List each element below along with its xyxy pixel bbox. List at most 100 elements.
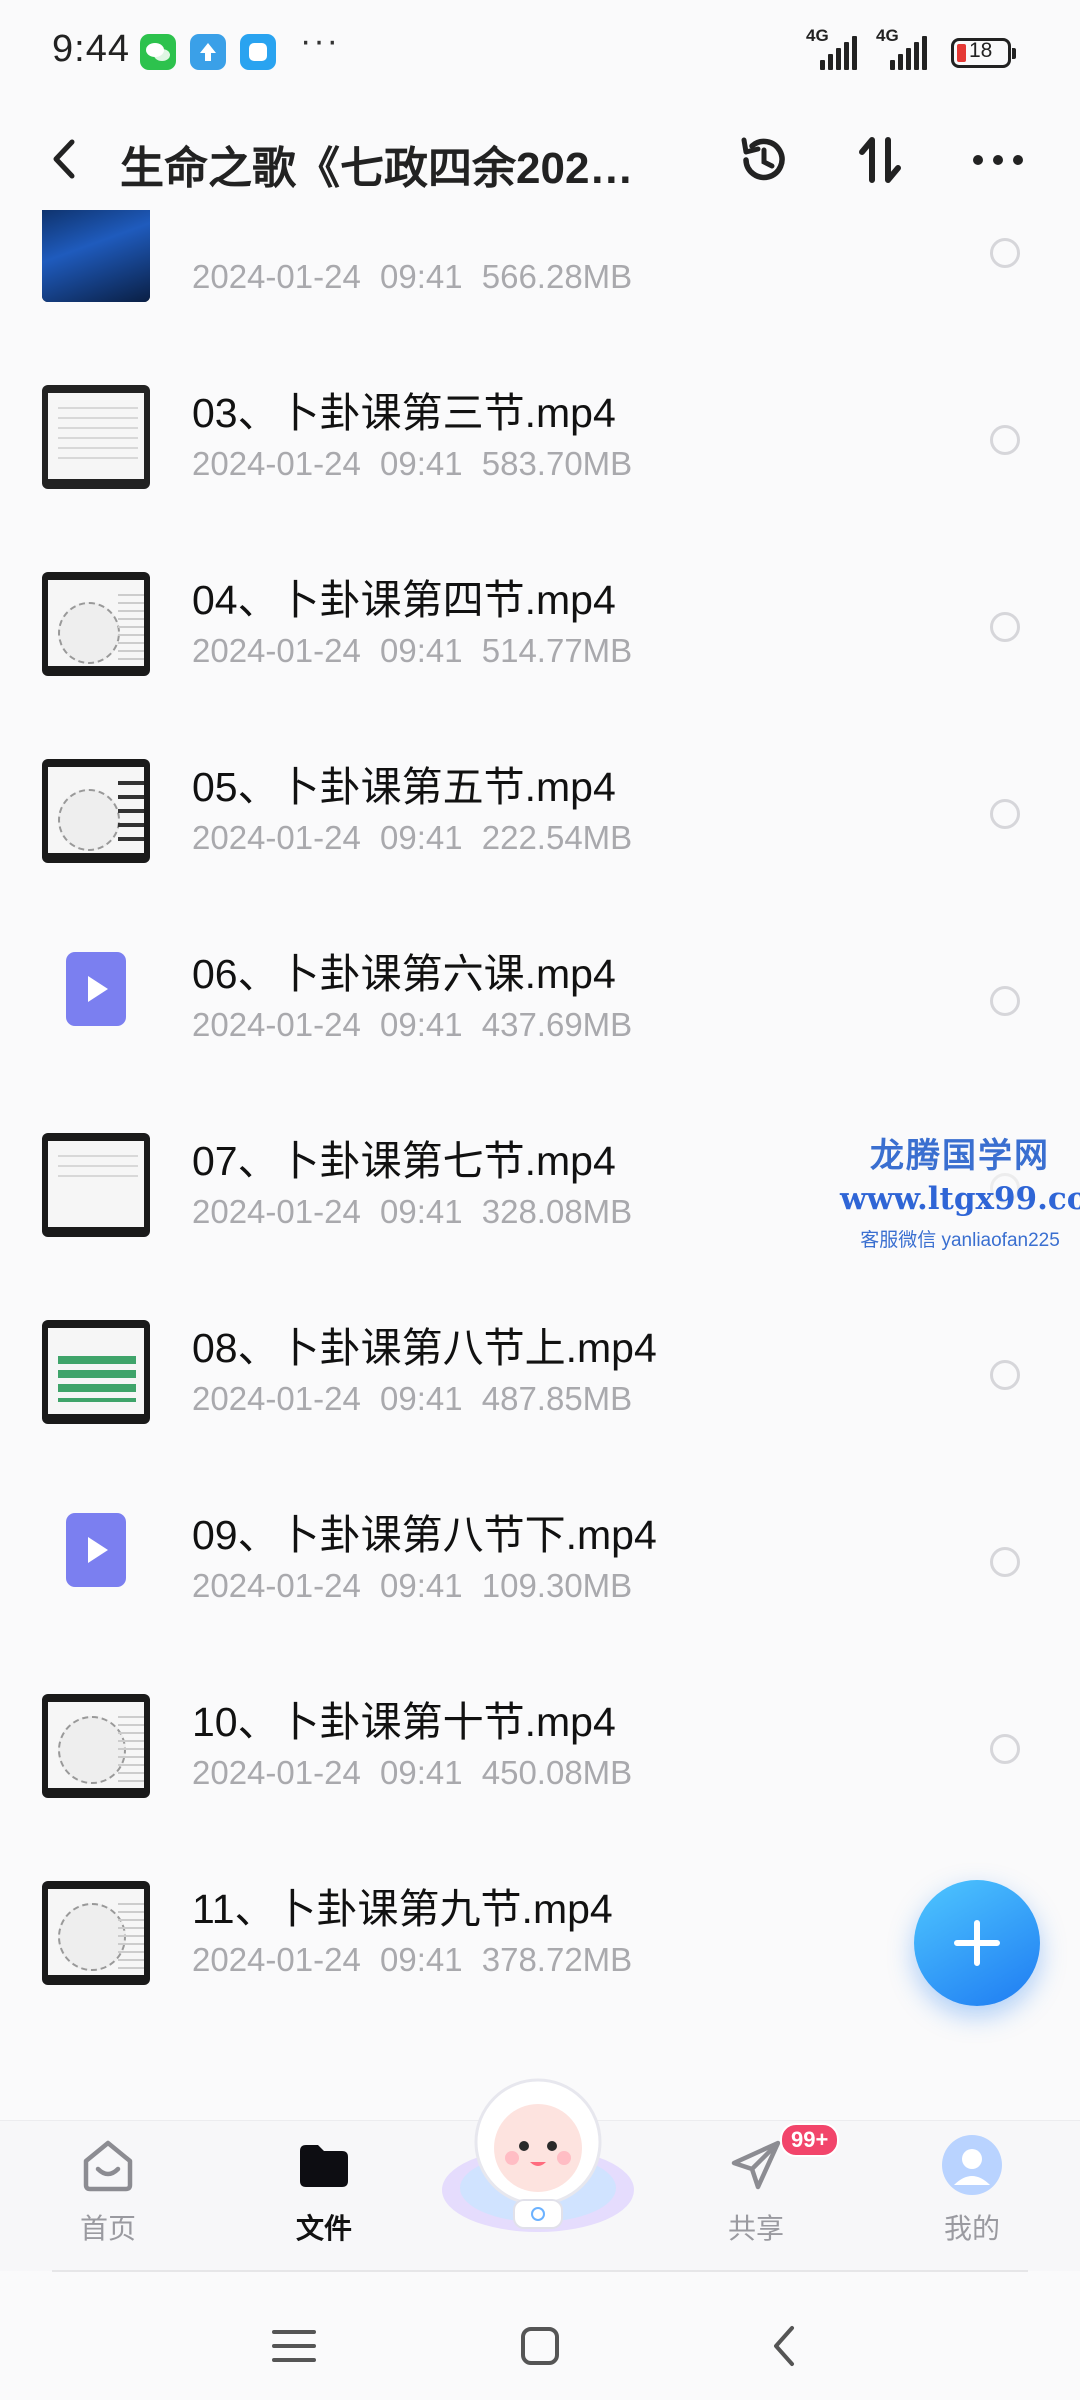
nav-files-label: 文件 xyxy=(295,2213,352,2244)
file-time: 09:41 xyxy=(379,1754,463,1791)
select-radio[interactable] xyxy=(990,986,1020,1016)
file-meta: 2024-01-24 09:41 583.70MB xyxy=(192,445,632,483)
file-meta: 2024-01-24 09:41 328.08MB xyxy=(192,1193,632,1231)
file-time: 09:41 xyxy=(379,1941,463,1978)
file-name: 06、卜卦课第六课.mp4 xyxy=(192,951,616,997)
wechat-icon xyxy=(140,34,176,70)
nav-files[interactable]: 文件 xyxy=(254,2135,394,2247)
video-thumbnail xyxy=(42,759,150,863)
select-radio[interactable] xyxy=(990,1360,1020,1390)
file-date: 2024-01-24 xyxy=(192,1006,361,1043)
sort-icon[interactable] xyxy=(848,128,912,192)
select-radio[interactable] xyxy=(990,1734,1020,1764)
page-title: 生命之歌《七政四余202… xyxy=(120,144,634,193)
file-meta: 2024-01-24 09:41 566.28MB xyxy=(192,258,632,296)
file-size: 328.08MB xyxy=(481,1193,633,1230)
select-radio[interactable] xyxy=(990,799,1020,829)
file-date: 2024-01-24 xyxy=(192,819,361,856)
system-back-icon[interactable] xyxy=(756,2316,816,2376)
file-row[interactable]: 09、卜卦课第八节下.mp4 2024-01-24 09:41 109.30MB xyxy=(0,1459,1080,1646)
file-date: 2024-01-24 xyxy=(192,258,361,295)
video-file-icon xyxy=(66,1513,126,1587)
add-button[interactable] xyxy=(914,1880,1040,2006)
video-thumbnail xyxy=(42,1320,150,1424)
select-radio[interactable] xyxy=(990,238,1020,268)
file-row[interactable]: 10、卜卦课第十节.mp4 2024-01-24 09:41 450.08MB xyxy=(0,1646,1080,1833)
file-size: 566.28MB xyxy=(481,258,633,295)
video-thumbnail xyxy=(42,1694,150,1798)
history-icon[interactable] xyxy=(732,128,796,192)
home-button-icon[interactable] xyxy=(510,2316,570,2376)
watermark-url: www.ltgx99.com xyxy=(840,1181,1080,1217)
menu-icon[interactable] xyxy=(264,2316,324,2376)
back-icon[interactable] xyxy=(44,134,84,184)
video-thumbnail xyxy=(42,1881,150,1985)
nav-share[interactable]: 99+ 共享 xyxy=(686,2123,840,2247)
file-size: 437.69MB xyxy=(481,1006,633,1043)
file-time: 09:41 xyxy=(379,1193,463,1230)
file-row[interactable]: 06、卜卦课第六课.mp4 2024-01-24 09:41 437.69MB xyxy=(0,898,1080,1085)
file-row[interactable]: 04、卜卦课第四节.mp4 2024-01-24 09:41 514.77MB xyxy=(0,524,1080,711)
home-icon xyxy=(83,2140,133,2192)
file-date: 2024-01-24 xyxy=(192,1380,361,1417)
file-row[interactable]: 03、卜卦课第三节.mp4 2024-01-24 09:41 583.70MB xyxy=(0,337,1080,524)
select-radio[interactable] xyxy=(990,612,1020,642)
file-size: 514.77MB xyxy=(481,632,633,669)
watermark-contact: 客服微信 yanliaofan225 xyxy=(860,1230,1060,1251)
video-thumbnail xyxy=(42,1133,150,1237)
file-meta: 2024-01-24 09:41 437.69MB xyxy=(192,1006,632,1044)
file-date: 2024-01-24 xyxy=(192,1754,361,1791)
send-icon xyxy=(731,2140,781,2190)
select-radio[interactable] xyxy=(990,1547,1020,1577)
watermark-title: 龙腾国学网 xyxy=(870,1137,1050,1175)
folder-icon xyxy=(300,2145,348,2187)
nav-home-label: 首页 xyxy=(79,2213,136,2244)
file-name: 10、卜卦课第十节.mp4 xyxy=(192,1699,616,1745)
file-size: 109.30MB xyxy=(481,1567,633,1604)
video-thumbnail xyxy=(42,385,150,489)
file-name: 07、卜卦课第七节.mp4 xyxy=(192,1138,616,1184)
nav-home[interactable]: 首页 xyxy=(38,2135,178,2247)
file-name: 03、卜卦课第三节.mp4 xyxy=(192,390,616,436)
file-size: 583.70MB xyxy=(481,445,633,482)
file-size: 222.54MB xyxy=(481,819,633,856)
select-radio[interactable] xyxy=(990,425,1020,455)
file-time: 09:41 xyxy=(379,819,463,856)
upload-app-icon xyxy=(190,34,226,70)
watermark: 龙腾国学网 www.ltgx99.com 客服微信 yanliaofan225 xyxy=(840,1128,1080,1252)
file-time: 09:41 xyxy=(379,632,463,669)
system-nav xyxy=(0,2290,1080,2400)
file-meta: 2024-01-24 09:41 109.30MB xyxy=(192,1567,632,1605)
file-size: 487.85MB xyxy=(481,1380,633,1417)
status-bar: 9:44 ··· 4G 4G 18 xyxy=(0,0,1080,100)
nav-share-label: 共享 xyxy=(727,2213,784,2244)
file-date: 2024-01-24 xyxy=(192,632,361,669)
file-meta: 2024-01-24 09:41 222.54MB xyxy=(192,819,632,857)
file-time: 09:41 xyxy=(379,445,463,482)
video-file-icon xyxy=(66,952,126,1026)
nav-me[interactable]: 我的 xyxy=(902,2135,1042,2247)
file-size: 378.72MB xyxy=(481,1941,633,1978)
status-time: 9:44 xyxy=(52,28,130,70)
video-thumbnail xyxy=(42,572,150,676)
divider xyxy=(52,2270,1028,2272)
file-row[interactable]: 08、卜卦课第八节上.mp4 2024-01-24 09:41 487.85MB xyxy=(0,1272,1080,1459)
file-time: 09:41 xyxy=(379,1006,463,1043)
file-time: 09:41 xyxy=(379,258,463,295)
share-badge: 99+ xyxy=(780,2123,840,2157)
mascot-icon[interactable] xyxy=(438,2070,638,2240)
file-date: 2024-01-24 xyxy=(192,1193,361,1230)
file-row[interactable]: 2024-01-24 09:41 566.28MB xyxy=(0,210,1080,337)
file-name: 04、卜卦课第四节.mp4 xyxy=(192,577,616,623)
file-row[interactable]: 05、卜卦课第五节.mp4 2024-01-24 09:41 222.54MB xyxy=(0,711,1080,898)
file-name: 09、卜卦课第八节下.mp4 xyxy=(192,1512,657,1558)
file-meta: 2024-01-24 09:41 487.85MB xyxy=(192,1380,632,1418)
profile-icon xyxy=(942,2135,1002,2195)
more-icon[interactable] xyxy=(966,128,1030,192)
nav-me-label: 我的 xyxy=(943,2213,1000,2244)
app-icon xyxy=(240,34,276,70)
file-name: 05、卜卦课第五节.mp4 xyxy=(192,764,616,810)
file-size: 450.08MB xyxy=(481,1754,633,1791)
file-time: 09:41 xyxy=(379,1380,463,1417)
plus-icon xyxy=(954,1920,1000,1966)
